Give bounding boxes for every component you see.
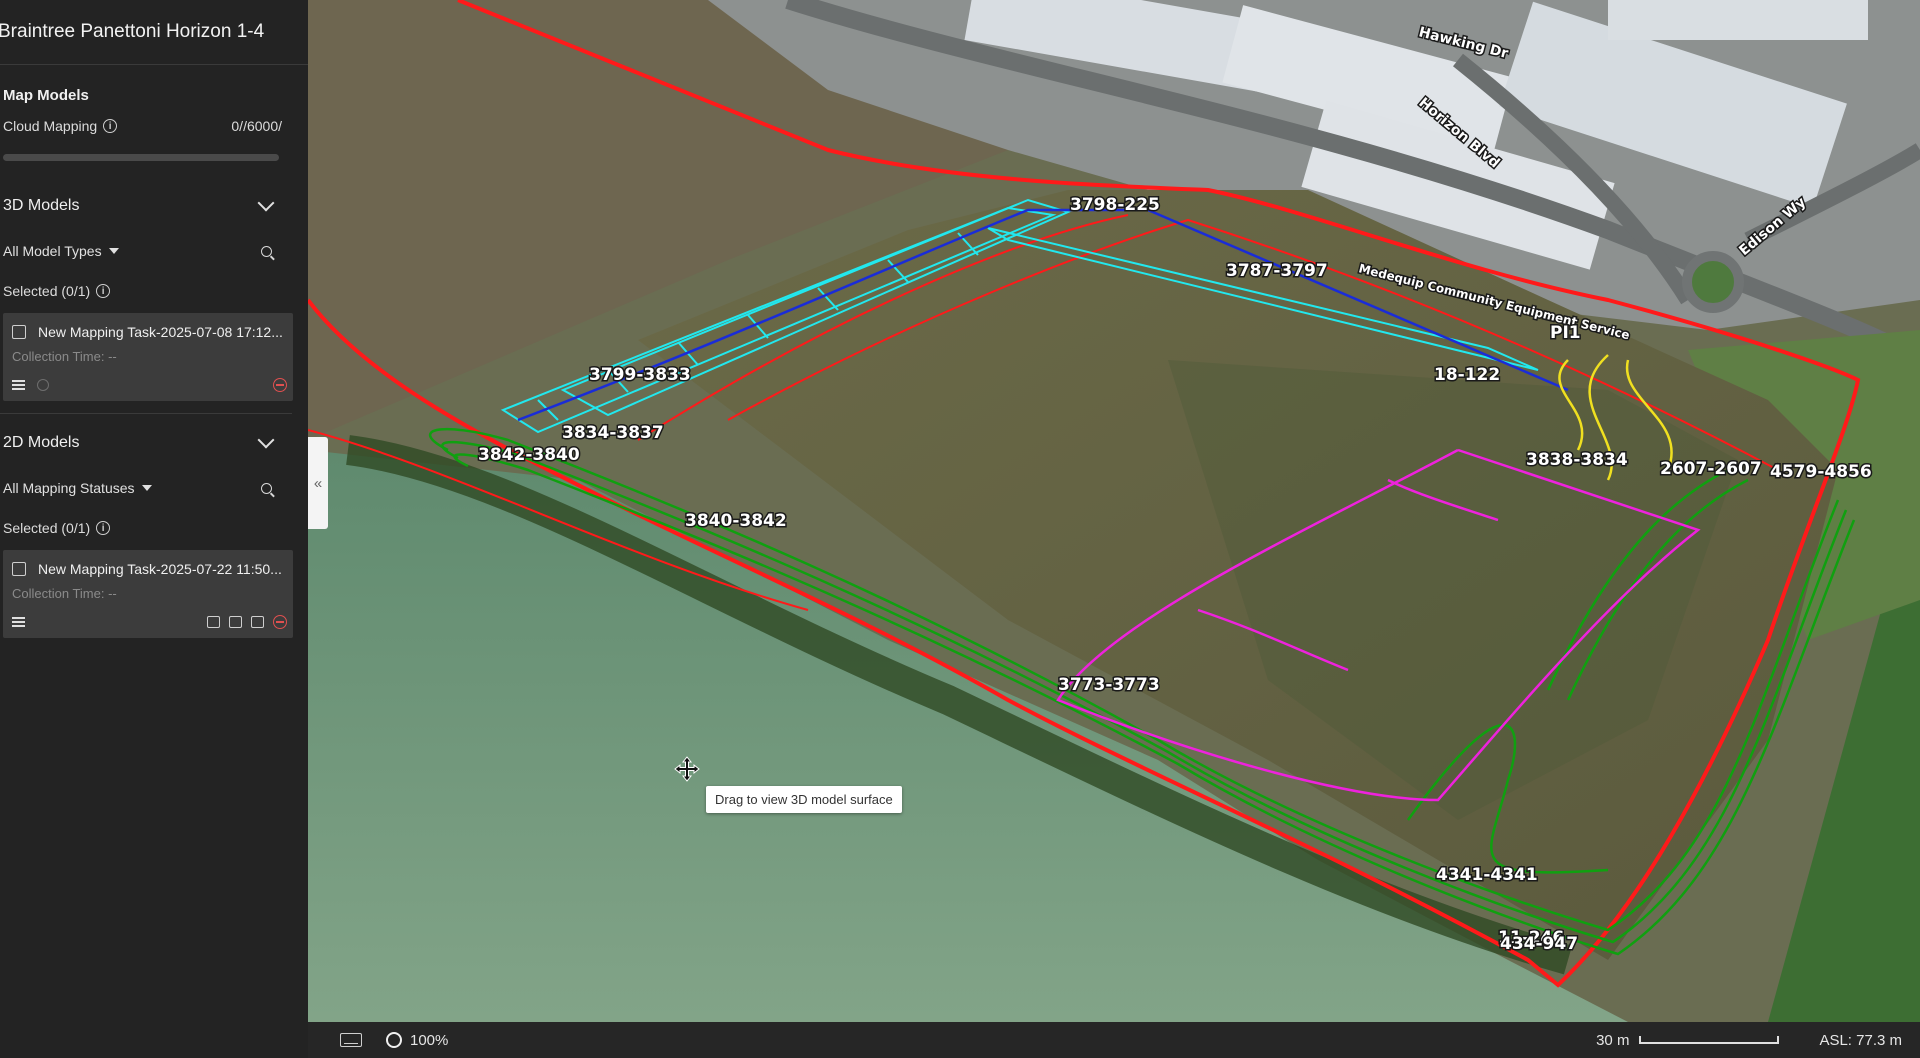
models-3d-selected-row: Selected (0/1) i [0,283,285,299]
remove-icon[interactable] [273,378,287,392]
info-icon[interactable]: i [96,284,111,298]
search-icon[interactable] [261,245,272,257]
models-2d-filter-row: All Mapping Statuses [0,480,285,496]
line-label: 3799-3833 [589,365,691,385]
info-icon[interactable]: i [96,521,111,535]
model-type-filter-label: All Model Types [3,243,102,259]
cloud-mapping-row: Cloud Mapping i 0//6000/ [0,118,285,134]
status-bar: 100% 30 m ASL: 77.3 m [308,1022,1920,1058]
models-3d-heading: 3D Models [3,197,80,214]
elevation-icon[interactable] [207,616,220,628]
map-canvas[interactable]: Hawking Dr Horizon Blvd Edison Wy Medequ… [308,0,1920,1022]
project-title: Braintree Panettoni Horizon 1-4 [0,21,265,42]
scale-bar [1639,1036,1780,1044]
drag-tooltip: Drag to view 3D model surface [706,786,902,813]
caret-down-icon [141,485,152,491]
remove-icon[interactable] [273,615,287,629]
double-chevron-left-icon: « [313,474,323,492]
models-3d-selected-label: Selected (0/1) [3,283,91,299]
collection-time: Collection Time: -- [12,349,117,364]
chevron-down-icon[interactable] [257,194,275,212]
cloud-mapping-progress-bar [3,154,279,161]
cloud-mapping-count: 0//6000/ [231,118,282,134]
menu-icon[interactable] [12,617,25,627]
map-view[interactable]: Hawking Dr Horizon Blvd Edison Wy Medequ… [308,0,1920,1022]
chevron-down-icon[interactable] [257,431,275,449]
line-label: 18-122 [1434,365,1500,385]
warehouse-roof [1608,0,1868,40]
task-title: New Mapping Task-2025-07-22 11:50... [38,561,282,577]
task-title: New Mapping Task-2025-07-08 17:12... [38,324,283,340]
info-icon[interactable]: i [103,119,118,133]
move-cursor-icon [674,756,700,782]
models-3d-filter-row: All Model Types [0,243,285,259]
models-3d-header[interactable]: 3D Models [0,194,285,215]
search-icon[interactable] [261,482,272,494]
task-checkbox[interactable] [12,325,26,339]
task-checkbox[interactable] [12,562,26,576]
caret-down-icon [108,248,119,254]
line-label: 3840-3842 [685,511,787,531]
line-label: 3798-225 [1070,195,1160,215]
loading-ring-icon [386,1032,402,1048]
line-label: 3834-3837 [562,423,664,443]
line-label: 4579-4856 [1770,462,1872,482]
split-view-icon[interactable] [251,616,264,628]
models-3d-task-card[interactable]: New Mapping Task-2025-07-08 17:12... Col… [3,313,293,401]
map-models-heading: Map Models [3,87,89,104]
model-type-filter[interactable]: All Model Types [3,243,119,259]
menu-icon[interactable] [12,380,25,390]
line-label: PI1 [1550,323,1581,343]
collapse-sidebar-button[interactable]: « [308,437,328,529]
line-label: 4341-4341 [1436,865,1538,885]
cloud-mapping-label: Cloud Mapping [3,118,98,134]
line-label: 3842-3840 [478,445,580,465]
line-label: 3838-3834 [1526,450,1628,470]
mapping-status-filter[interactable]: All Mapping Statuses [3,480,152,496]
models-2d-selected-row: Selected (0/1) i [0,520,285,536]
line-label: 3773-3773 [1058,675,1160,695]
models-2d-task-card[interactable]: New Mapping Task-2025-07-22 11:50... Col… [3,550,293,638]
asl-readout: ASL: 77.3 m [1819,1031,1902,1049]
line-label: 2607-2607 [1660,459,1762,479]
globe-icon [37,379,49,391]
models-2d-header[interactable]: 2D Models [0,431,285,452]
sidebar: Braintree Panettoni Horizon 1-4 Map Mode… [0,0,308,1058]
collection-time: Collection Time: -- [12,586,117,601]
models-2d-selected-label: Selected (0/1) [3,520,91,536]
roundabout [1682,251,1744,313]
layers-icon[interactable] [229,616,242,628]
models-2d-heading: 2D Models [3,434,80,451]
mapping-status-filter-label: All Mapping Statuses [3,480,135,496]
line-label: 434-947 [1500,934,1578,954]
zoom-level: 100% [410,1031,449,1049]
scale-label: 30 m [1596,1031,1630,1049]
project-title-bar: Braintree Panettoni Horizon 1-4 [0,0,308,65]
line-label: 3787-3797 [1226,261,1328,281]
keyboard-icon[interactable] [340,1033,362,1047]
